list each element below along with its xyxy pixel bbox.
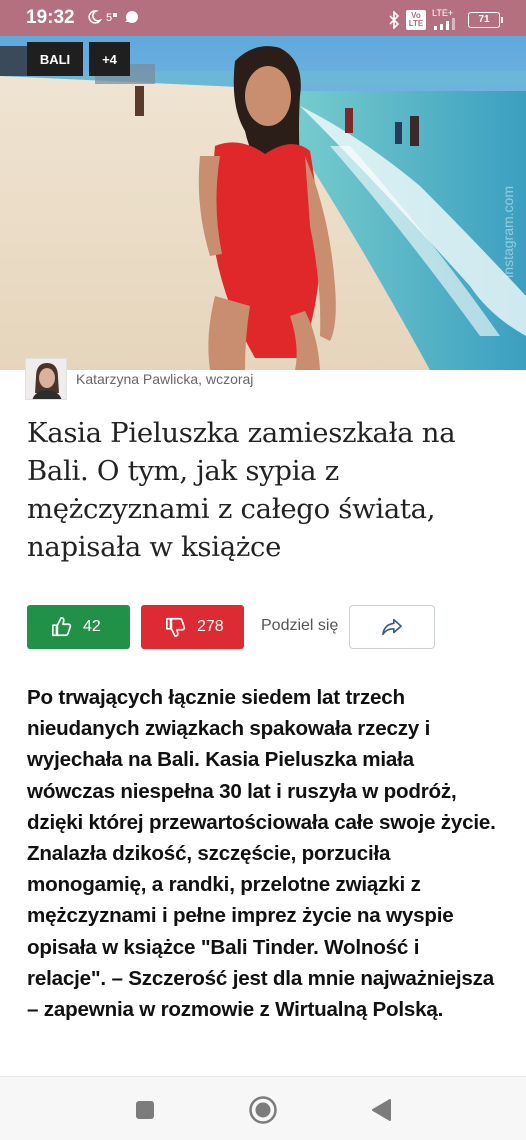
status-time: 19:32: [26, 7, 75, 28]
article-lead: Po trwających łącznie siedem lat trzech …: [27, 686, 496, 1022]
system-nav-bar: [0, 1076, 526, 1140]
article-headline: Kasia Pieluszka zamieszkała na Bali. O t…: [27, 417, 456, 563]
hero-image[interactable]: BALI +4 instagram.com: [0, 36, 526, 370]
like-count: 42: [83, 618, 101, 635]
home-button[interactable]: [246, 1093, 280, 1127]
moon-icon: [88, 10, 102, 24]
status-bar: 19:32 5 Vo LTE LTE+ 71: [0, 0, 526, 36]
status-left-icons: 5: [86, 9, 140, 25]
publish-time: wczoraj: [205, 371, 254, 387]
author-name[interactable]: Katarzyna Pawlicka: [76, 371, 198, 387]
square-icon: [136, 1101, 154, 1119]
signal-icon: LTE+: [432, 9, 462, 30]
author-avatar[interactable]: [25, 358, 67, 400]
reaction-bar: 42 278 Podziel się: [27, 605, 497, 649]
chat-bubble-icon: [125, 11, 138, 23]
notification-icon: 5: [106, 12, 117, 24]
share-label: Podziel się: [261, 617, 339, 634]
thumbs-down-icon: [166, 617, 186, 637]
bluetooth-icon: [389, 10, 400, 29]
dislike-button[interactable]: 278: [141, 605, 244, 649]
svg-text:5: 5: [106, 12, 112, 24]
tag-bali[interactable]: BALI: [27, 42, 83, 76]
tag-more[interactable]: +4: [89, 42, 130, 76]
battery-level: 71: [478, 14, 490, 25]
recents-button[interactable]: [128, 1093, 162, 1127]
beach-photo: [0, 36, 526, 370]
dislike-count: 278: [197, 618, 224, 635]
author-byline: Katarzyna Pawlicka, wczoraj: [25, 358, 253, 400]
battery-icon: 71: [468, 11, 503, 28]
home-circle-icon: [249, 1096, 277, 1124]
status-right-icons: Vo LTE LTE+ 71: [388, 9, 503, 30]
image-watermark: instagram.com: [500, 186, 516, 278]
volte-icon: Vo LTE: [406, 9, 426, 30]
back-triangle-icon: [372, 1099, 391, 1121]
share-button[interactable]: [349, 605, 435, 649]
thumbs-up-icon: [52, 617, 72, 637]
share-arrow-icon: [382, 618, 402, 636]
like-button[interactable]: 42: [27, 605, 130, 649]
back-button[interactable]: [364, 1093, 398, 1127]
